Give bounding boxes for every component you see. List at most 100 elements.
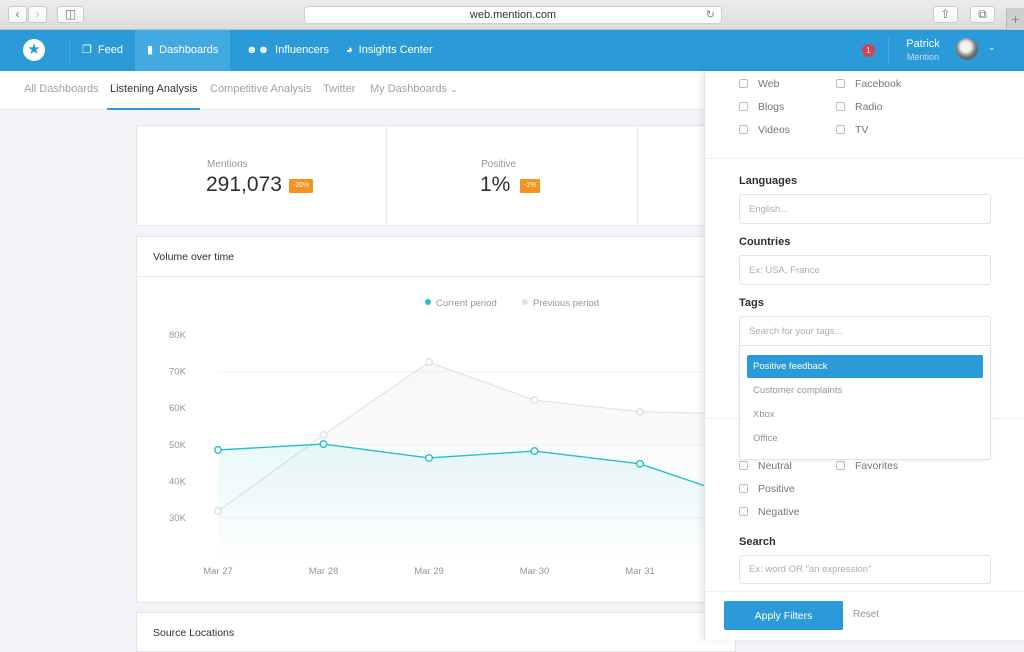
address-bar[interactable]: web.mention.com ↻ (304, 6, 722, 24)
languages-field[interactable] (739, 194, 991, 224)
tags-input[interactable] (740, 317, 990, 345)
nav-item-insights-center[interactable]: ◕ Insights Center (334, 30, 445, 71)
checkbox-box[interactable] (836, 79, 845, 88)
checkbox-box[interactable] (836, 102, 845, 111)
tag-option[interactable]: Xbox (747, 403, 983, 426)
avatar[interactable] (956, 38, 978, 60)
data-point (425, 358, 434, 367)
apply-filters-button[interactable]: Apply Filters (724, 601, 843, 630)
nav-label: Feed (97, 44, 123, 56)
search-label: Search (739, 536, 776, 548)
tab-listening-analysis[interactable]: Listening Analysis (107, 71, 201, 110)
stats-card: Mentions 291,073 -20% Positive 1% -2% (136, 125, 736, 226)
chevron-down-icon: ⌄ (450, 84, 458, 94)
checkbox-neutral[interactable]: Neutral (739, 460, 792, 472)
tag-option[interactable]: Office (747, 427, 983, 450)
nav-item-influencers[interactable]: ☻☻ Influencers (234, 30, 341, 71)
nav-item-dashboards[interactable]: ▮​ Dashboards (135, 30, 231, 71)
y-tick-label: 40K (169, 476, 187, 487)
checkbox-videos[interactable]: Videos (739, 124, 790, 136)
checkbox-label: Facebook (855, 78, 902, 90)
tab-all-dashboards[interactable]: All Dashboards (24, 71, 99, 110)
tag-option[interactable]: Positive feedback (747, 355, 983, 378)
checkbox-positive[interactable]: Positive (739, 483, 795, 495)
checkbox-label: TV (855, 124, 869, 136)
reload-icon[interactable]: ↻ (706, 7, 715, 24)
checkbox-label: Neutral (758, 460, 792, 472)
checkbox-box[interactable] (739, 125, 748, 134)
checkbox-radio[interactable]: Radio (836, 101, 882, 113)
volume-over-time-card: Volume over time Current period Previous… (136, 236, 737, 603)
sidebar-toggle-button[interactable]: ◫ (57, 6, 84, 23)
tags-dropdown: Positive feedback Customer complaints Xb… (739, 347, 991, 460)
x-tick-label: Mar 27 (203, 566, 233, 577)
notification-badge[interactable]: 1 (862, 44, 875, 57)
star-logo-icon[interactable]: ★ (23, 39, 45, 61)
checkbox-box[interactable] (836, 461, 845, 470)
user-name[interactable]: Patrick (900, 38, 946, 50)
stat-label-mentions: Mentions (207, 159, 248, 170)
users-icon: ☻☻ (246, 44, 270, 56)
checkbox-blogs[interactable]: Blogs (739, 101, 784, 113)
volume-chart: 80K 70K 60K 50K 40K 30K Mar 27 Mar 28 Mar 29 Mar … (169, 330, 737, 577)
feed-icon: ❐ (82, 44, 92, 56)
data-point (530, 447, 539, 456)
checkbox-favorites[interactable]: Favorites (836, 460, 898, 472)
browser-toolbar: ‹ › ◫ web.mention.com ↻ ⇧ ⧉ + (0, 0, 1024, 30)
new-tab-button[interactable]: + (1006, 8, 1024, 30)
checkbox-negative[interactable]: Negative (739, 506, 799, 518)
tag-option[interactable]: Customer complaints (747, 379, 983, 402)
checkbox-box[interactable] (739, 507, 748, 516)
tags-label: Tags (739, 297, 764, 309)
checkbox-box[interactable] (739, 79, 748, 88)
data-point (636, 459, 645, 468)
y-tick-label: 70K (169, 367, 187, 378)
checkbox-label: Negative (758, 506, 800, 518)
x-tick-label: Mar 29 (414, 566, 444, 577)
stat-value-mentions: 291,073 (206, 173, 282, 196)
y-tick-label: 50K (169, 440, 187, 451)
reset-button[interactable]: Reset (853, 609, 879, 620)
tabs-icon: ⧉ (978, 7, 987, 21)
share-button[interactable]: ⇧ (933, 6, 958, 23)
checkbox-box[interactable] (739, 461, 748, 470)
search-field[interactable] (739, 555, 991, 584)
nav-item-feed[interactable]: ❐ Feed (70, 30, 135, 71)
data-point (530, 396, 539, 405)
tags-field[interactable] (739, 316, 991, 346)
url-text: web.mention.com (469, 9, 557, 21)
checkbox-web[interactable]: Web (739, 78, 779, 90)
y-tick-label: 30K (169, 513, 187, 524)
x-tick-label: Mar 31 (625, 566, 655, 577)
sidebar-icon: ◫ (64, 7, 77, 21)
search-input[interactable] (740, 556, 990, 583)
stat-label-positive: Positive (481, 159, 517, 170)
languages-input[interactable] (740, 195, 990, 223)
checkbox-label: Videos (758, 124, 790, 136)
chevron-down-icon[interactable]: ⌄ (988, 42, 996, 53)
filters-panel: Web Facebook Blogs Radio Videos TV Langu… (704, 71, 1024, 640)
checkbox-tv[interactable]: TV (836, 124, 868, 136)
checkbox-box[interactable] (739, 484, 748, 493)
checkbox-facebook[interactable]: Facebook (836, 78, 901, 90)
card-title: Source Locations (153, 627, 235, 639)
y-tick-label: 60K (169, 403, 187, 414)
tab-twitter[interactable]: Twitter (323, 71, 355, 110)
countries-label: Countries (739, 236, 791, 248)
checkbox-box[interactable] (836, 125, 845, 134)
y-tick-label: 80K (169, 330, 187, 341)
forward-button[interactable]: › (28, 6, 47, 23)
countries-field[interactable] (739, 255, 991, 285)
checkbox-box[interactable] (739, 102, 748, 111)
countries-input[interactable] (740, 256, 990, 284)
back-button[interactable]: ‹ (8, 6, 27, 23)
data-point (213, 445, 222, 454)
tab-my-dashboards[interactable]: My Dashboards ⌄ (370, 71, 458, 110)
bar-chart-icon: ▮​ (147, 44, 154, 56)
tabs-button[interactable]: ⧉ (970, 6, 995, 23)
tab-competitive-analysis[interactable]: Competitive Analysis (210, 71, 312, 110)
gauge-icon: ◕ (346, 44, 353, 56)
checkbox-label: Favorites (855, 460, 899, 472)
chevron-right-icon: › (35, 7, 40, 21)
nav-label: Dashboards (159, 44, 219, 56)
